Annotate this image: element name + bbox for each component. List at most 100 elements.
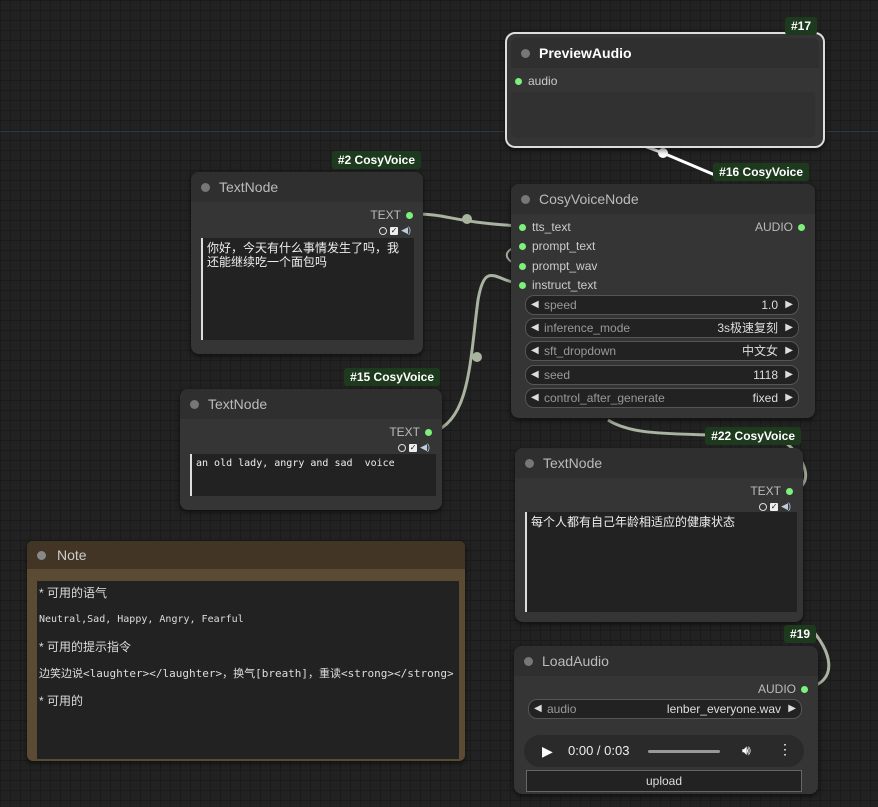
wire-reroute-dot xyxy=(462,214,472,224)
input-slot-audio[interactable]: audio xyxy=(515,74,557,88)
load-audio-node[interactable]: #19 LoadAudio AUDIO ◀ audio lenber_everyon… xyxy=(514,625,818,794)
checkbox-icon[interactable]: ✓ xyxy=(409,443,418,452)
radio-icon[interactable] xyxy=(398,443,407,452)
text-controls[interactable]: ✓ ◀) xyxy=(759,501,791,512)
volume-icon[interactable]: 🔊︎ xyxy=(742,742,751,759)
output-slot-audio[interactable]: AUDIO xyxy=(758,682,808,696)
slot-dot-icon xyxy=(519,263,526,271)
collapse-dot-icon[interactable] xyxy=(521,195,530,204)
slot-label: instruct_text xyxy=(532,278,597,292)
wire-text1-tts xyxy=(413,212,521,228)
slot-dot-icon xyxy=(425,429,432,437)
speaker-icon[interactable]: ◀) xyxy=(420,442,430,452)
text-node-2[interactable]: #2 CosyVoice TextNode TEXT ✓ ◀) 你好，今天有什么事… xyxy=(191,151,423,354)
input-slot-prompt-wav[interactable]: prompt_wav xyxy=(519,259,597,273)
widget-value: fixed xyxy=(752,391,778,405)
widget-label: control_after_generate xyxy=(544,391,665,405)
upload-button[interactable]: upload xyxy=(526,770,802,792)
more-vert-icon[interactable]: ⋮ xyxy=(778,741,792,758)
arrow-left-icon[interactable]: ◀ xyxy=(531,366,539,384)
widget-speed[interactable]: ◀ speed 1.0 ▶ xyxy=(525,295,799,315)
slot-label: audio xyxy=(528,74,558,88)
slot-label: tts_text xyxy=(532,220,571,234)
widget-control-after-generate[interactable]: ◀ control_after_generate fixed ▶ xyxy=(525,388,799,408)
output-slot-text[interactable]: TEXT xyxy=(370,208,413,222)
input-slot-prompt-text[interactable]: prompt_text xyxy=(519,239,595,253)
widget-inference-mode[interactable]: ◀ inference_mode 3s极速复刻 ▶ xyxy=(525,318,799,338)
node-badge: #17 xyxy=(784,17,817,35)
checkbox-icon[interactable]: ✓ xyxy=(390,226,399,235)
arrow-right-icon[interactable]: ▶ xyxy=(785,319,793,337)
text-input[interactable]: 每个人都有自己年龄相适应的健康状态 xyxy=(525,512,797,612)
text-controls[interactable]: ✓ ◀) xyxy=(398,442,430,453)
text-node-22[interactable]: #22 CosyVoice TextNode TEXT ✓ ◀) 每个人都有自己年… xyxy=(515,427,803,622)
slot-dot-icon xyxy=(519,224,526,232)
collapse-dot-icon[interactable] xyxy=(525,459,534,468)
radio-icon[interactable] xyxy=(379,226,388,235)
slot-dot-icon xyxy=(515,78,522,86)
widget-seed[interactable]: ◀ seed 1118 ▶ xyxy=(525,365,799,385)
cosy-voice-node[interactable]: #16 CosyVoice CosyVoiceNode tts_text pro… xyxy=(511,163,815,418)
slot-label: TEXT xyxy=(370,208,401,222)
play-icon[interactable]: ▶ xyxy=(542,743,553,760)
progress-track[interactable] xyxy=(648,750,720,753)
arrow-right-icon[interactable]: ▶ xyxy=(785,296,793,314)
slot-label: prompt_wav xyxy=(532,259,598,273)
output-slot-audio[interactable]: AUDIO xyxy=(755,220,805,234)
output-slot-text[interactable]: TEXT xyxy=(750,484,793,498)
arrow-left-icon[interactable]: ◀ xyxy=(531,342,539,360)
widget-sft-dropdown[interactable]: ◀ sft_dropdown 中文女 ▶ xyxy=(525,341,799,361)
note-line: * 可用的 xyxy=(39,694,84,708)
slot-label: TEXT xyxy=(750,484,781,498)
arrow-right-icon[interactable]: ▶ xyxy=(785,366,793,384)
slot-label: prompt_text xyxy=(532,239,596,253)
note-node[interactable]: Note * 可用的语气 Neutral,Sad, Happy, Angry, … xyxy=(27,541,465,761)
preview-body xyxy=(511,92,815,138)
collapse-dot-icon[interactable] xyxy=(524,657,533,666)
collapse-dot-icon[interactable] xyxy=(521,49,530,58)
input-slot-tts-text[interactable]: tts_text xyxy=(519,220,571,234)
preview-audio-node[interactable]: #17 PreviewAudio audio xyxy=(505,17,825,148)
collapse-dot-icon[interactable] xyxy=(190,400,199,409)
note-line: * 可用的提示指令 xyxy=(39,640,132,654)
widget-value: 1.0 xyxy=(761,298,778,312)
speaker-icon[interactable]: ◀) xyxy=(401,225,411,235)
text-input[interactable]: 你好，今天有什么事情发生了吗，我还能继续吃一个面包吗 xyxy=(201,238,414,340)
text-controls[interactable]: ✓ ◀) xyxy=(379,225,411,236)
slot-label: TEXT xyxy=(389,425,420,439)
note-body[interactable]: * 可用的语气 Neutral,Sad, Happy, Angry, Fearf… xyxy=(37,581,459,759)
output-slot-text[interactable]: TEXT xyxy=(389,425,432,439)
speaker-icon[interactable]: ◀) xyxy=(781,501,791,511)
text-input[interactable]: an old lady, angry and sad voice xyxy=(190,454,436,496)
arrow-left-icon[interactable]: ◀ xyxy=(531,389,539,407)
slot-dot-icon xyxy=(798,224,805,232)
arrow-left-icon[interactable]: ◀ xyxy=(534,700,542,718)
arrow-right-icon[interactable]: ▶ xyxy=(788,700,796,718)
wire-text2-instruct xyxy=(432,274,521,434)
node-badge: #19 xyxy=(783,625,816,643)
widget-audio-file[interactable]: ◀ audio lenber_everyone.wav ▶ xyxy=(528,699,802,719)
wire-reroute-dot xyxy=(472,352,482,362)
audio-time: 0:00 / 0:03 xyxy=(568,743,630,758)
collapse-dot-icon[interactable] xyxy=(201,183,210,192)
arrow-right-icon[interactable]: ▶ xyxy=(785,342,793,360)
wire-reroute-dot xyxy=(658,148,668,158)
collapse-dot-icon[interactable] xyxy=(37,551,46,560)
arrow-left-icon[interactable]: ◀ xyxy=(531,296,539,314)
node-badge: #22 CosyVoice xyxy=(705,427,801,445)
note-line: 边笑边说<laughter></laughter>，换气[breath]，重读<… xyxy=(39,667,454,680)
note-line: * 可用的语气 xyxy=(39,586,108,600)
audio-player[interactable]: ▶ 0:00 / 0:03 🔊︎ ⋮ xyxy=(524,735,804,767)
text-node-15[interactable]: #15 CosyVoice TextNode TEXT ✓ ◀) an old l… xyxy=(180,368,442,510)
note-title: Note xyxy=(57,547,87,563)
checkbox-icon[interactable]: ✓ xyxy=(770,502,779,511)
radio-icon[interactable] xyxy=(759,502,768,511)
slot-dot-icon xyxy=(519,282,526,290)
arrow-right-icon[interactable]: ▶ xyxy=(785,389,793,407)
note-line: Neutral,Sad, Happy, Angry, Fearful xyxy=(39,614,244,625)
arrow-left-icon[interactable]: ◀ xyxy=(531,319,539,337)
widget-label: audio xyxy=(547,702,577,716)
widget-label: seed xyxy=(544,368,571,382)
slot-label: AUDIO xyxy=(754,220,793,234)
input-slot-instruct-text[interactable]: instruct_text xyxy=(519,278,597,292)
